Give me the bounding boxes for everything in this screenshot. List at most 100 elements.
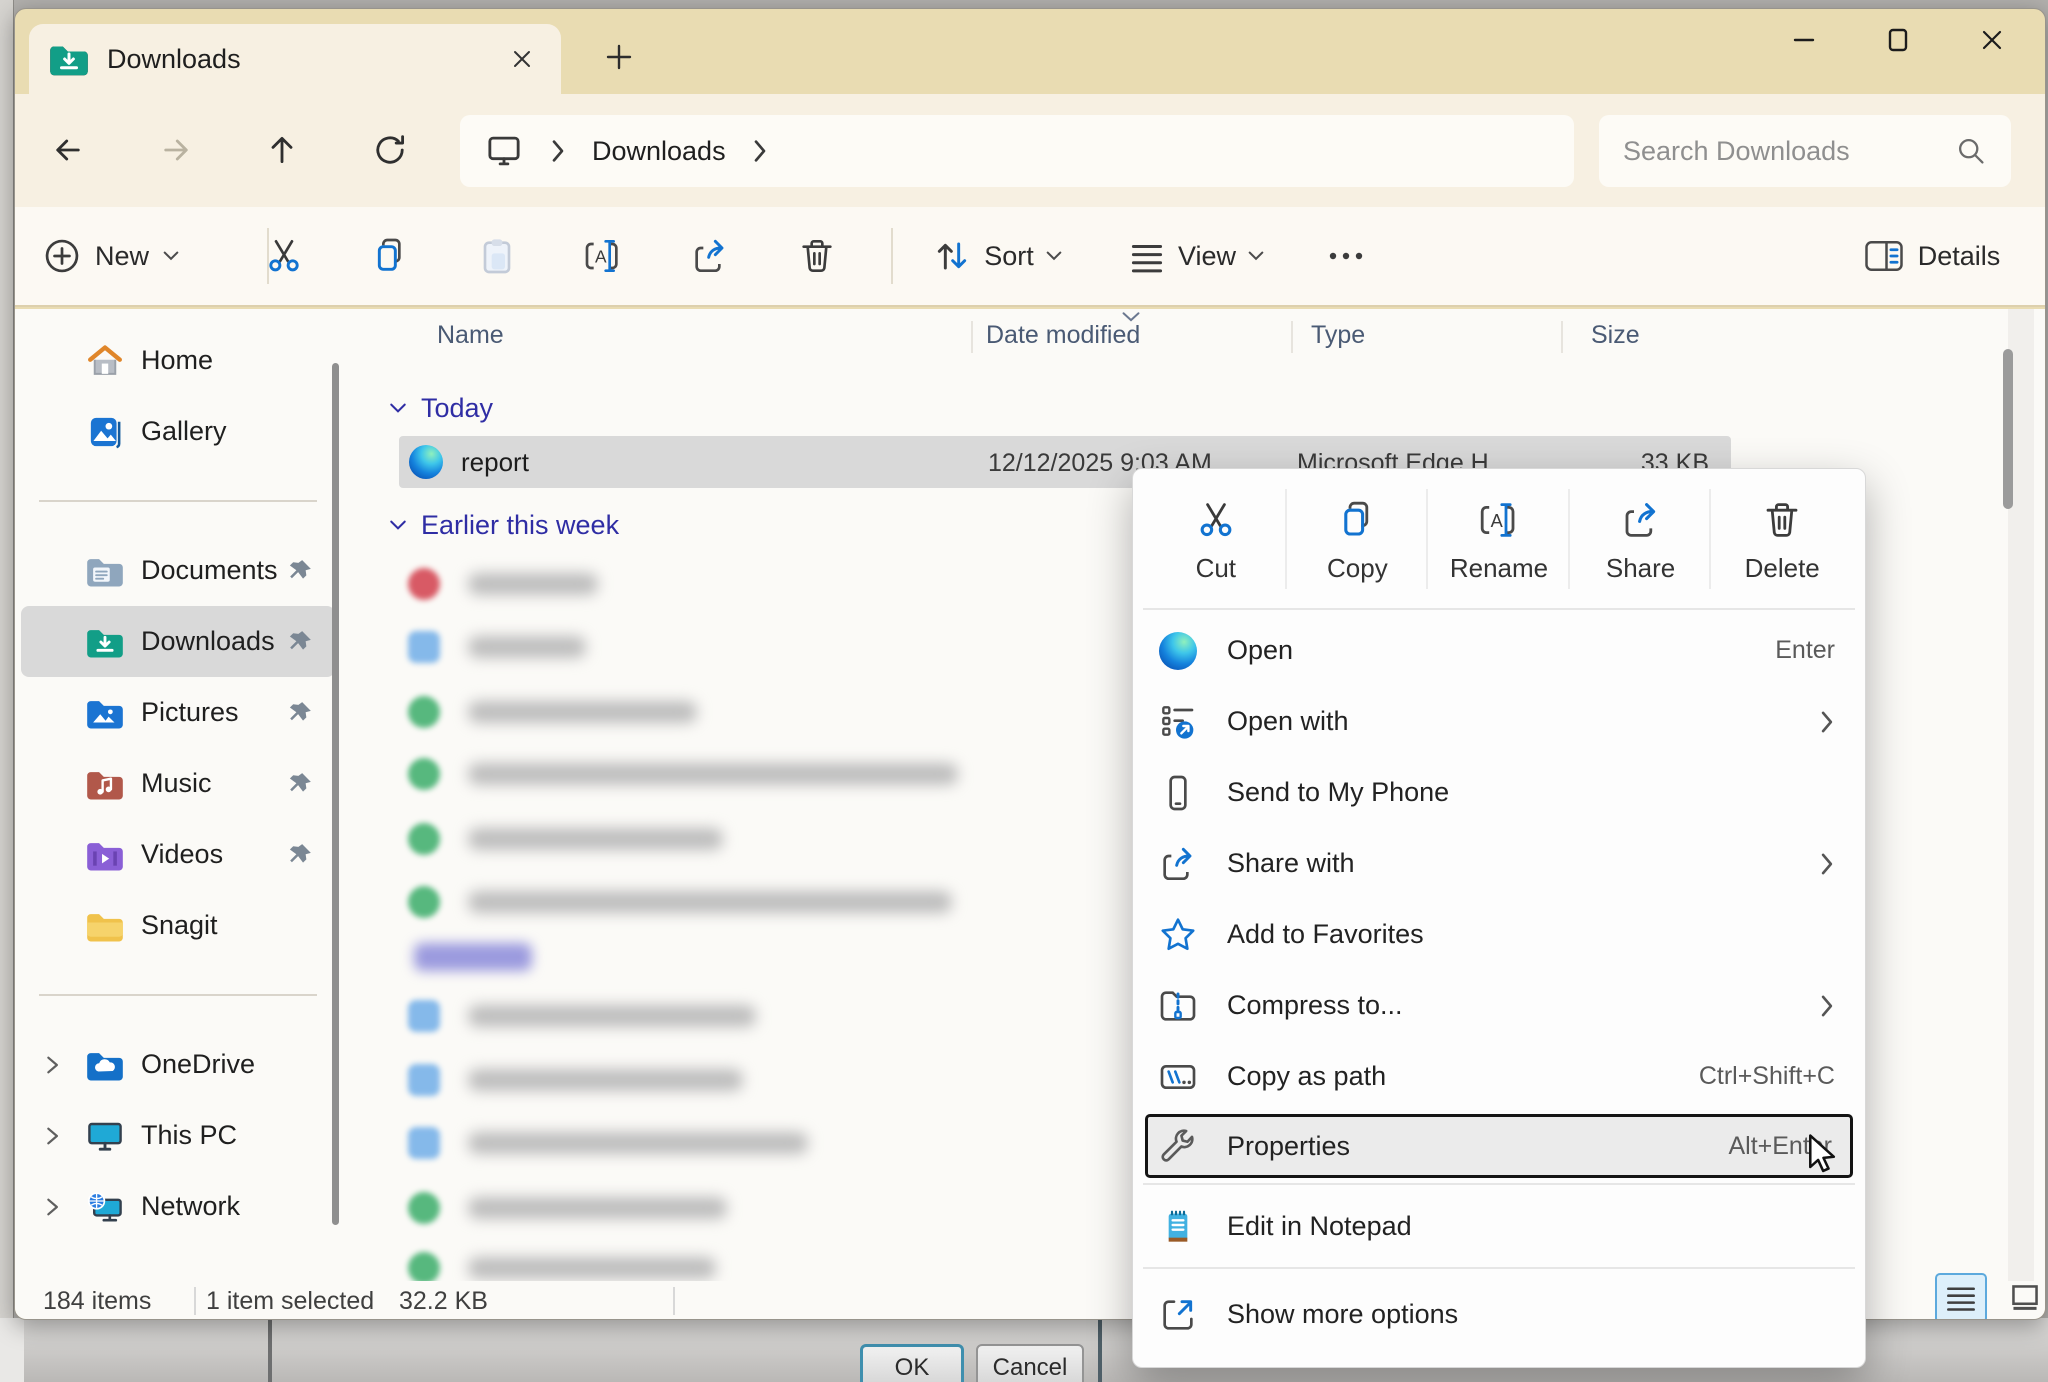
file-row-blurred[interactable] [408,560,598,608]
ok-button[interactable]: OK [860,1344,964,1382]
up-button[interactable] [252,120,312,180]
file-row-blurred[interactable] [408,750,958,798]
copy-quick-button[interactable]: Copy [1287,479,1429,603]
group-header-earlier-this-week[interactable]: Earlier this week [389,505,619,545]
maximize-button[interactable] [1851,9,1945,71]
menu-item-properties[interactable]: Properties Alt+Enter [1145,1114,1853,1178]
column-separator[interactable] [1291,321,1293,353]
sidebar-label: This PC [141,1120,237,1151]
new-button[interactable]: New [43,207,243,305]
view-button[interactable]: View [1101,207,1291,305]
details-view-toggle[interactable] [1935,1273,1987,1320]
column-header-size[interactable]: Size [1591,309,1640,361]
sidebar-item-downloads[interactable]: Downloads [21,606,335,677]
menu-item-send-to-my-phone[interactable]: Send to My Phone [1133,757,1865,828]
column-separator[interactable] [971,321,973,353]
refresh-button[interactable] [360,120,420,180]
green-file-icon [408,1192,440,1224]
more-options-button[interactable] [1311,207,1381,305]
menu-item-copy-as-path[interactable]: Copy as path Ctrl+Shift+C [1133,1041,1865,1112]
tab-close-icon[interactable] [503,40,541,78]
column-header-type[interactable]: Type [1311,309,1365,361]
details-pane-button[interactable]: Details [1837,207,2027,305]
file-row-blurred[interactable] [408,878,952,926]
file-list-scrollbar[interactable] [2008,309,2034,1281]
file-row-blurred[interactable] [408,815,723,863]
menu-item-add-to-favorites[interactable]: Add to Favorites [1133,899,1865,970]
group-header-blurred[interactable] [414,943,532,971]
file-row-blurred[interactable] [408,992,756,1040]
desktop-icon [486,133,522,169]
breadcrumb[interactable]: Downloads [460,115,1574,187]
sidebar-item-network[interactable]: Network [21,1171,335,1242]
back-button[interactable] [38,120,98,180]
sort-label: Sort [984,241,1034,272]
menu-divider [1143,1267,1855,1269]
share-quick-button[interactable]: Share [1570,479,1712,603]
expand-chevron-icon[interactable] [41,1125,63,1147]
cut-quick-button[interactable]: Cut [1145,479,1287,603]
sidebar-item-documents[interactable]: Documents [21,535,335,606]
blue-file-icon [408,1000,440,1032]
delete-button[interactable] [774,207,860,305]
file-row-blurred[interactable] [408,1244,716,1281]
expand-chevron-icon[interactable] [41,1196,63,1218]
collapse-chevron-icon [389,402,407,414]
share-button[interactable] [667,207,753,305]
delete-quick-button[interactable]: Delete [1711,479,1853,603]
menu-item-show-more-options[interactable]: Show more options [1133,1279,1865,1350]
file-row-blurred[interactable] [408,623,586,671]
file-row-blurred[interactable] [408,688,697,736]
sidebar-item-snagit[interactable]: Snagit [21,890,335,961]
rename-quick-button[interactable]: A Rename [1428,479,1570,603]
column-header-date-modified[interactable]: Date modified [986,309,1140,361]
thumbnail-view-toggle[interactable] [1999,1273,2046,1320]
sidebar-item-pictures[interactable]: Pictures [21,677,335,748]
menu-item-edit-in-notepad[interactable]: Edit in Notepad [1133,1191,1865,1262]
scrollbar-thumb[interactable] [2003,349,2013,509]
navigation-bar: Downloads Search Downloads [15,94,2045,207]
accelerator: Ctrl+Shift+C [1699,1062,1835,1091]
sidebar-scrollbar[interactable] [332,363,339,1225]
status-divider [194,1287,196,1315]
menu-item-open[interactable]: Open Enter [1133,615,1865,686]
menu-item-share-with[interactable]: Share with [1133,828,1865,899]
pin-icon [287,700,313,726]
group-header-today[interactable]: Today [389,388,493,428]
sidebar-item-music[interactable]: Music [21,748,335,819]
tab-downloads[interactable]: Downloads [29,24,561,94]
copy-button[interactable] [347,207,433,305]
rename-icon: A [1478,499,1520,541]
file-row-blurred[interactable] [408,1184,727,1232]
search-input[interactable]: Search Downloads [1599,115,2011,187]
cut-icon [1195,499,1237,541]
sort-button[interactable]: Sort [907,207,1087,305]
menu-item-compress-to[interactable]: Compress to... [1133,970,1865,1041]
forward-button[interactable] [146,120,206,180]
cut-button[interactable] [241,207,327,305]
column-header-name[interactable]: Name [437,309,504,361]
sidebar-item-this-pc[interactable]: This PC [21,1100,335,1171]
items-count: 184 items [43,1281,151,1320]
sidebar-item-home[interactable]: Home [21,325,335,396]
minimize-button[interactable] [1757,9,1851,71]
menu-item-open-with[interactable]: Open with [1133,686,1865,757]
sidebar-item-onedrive[interactable]: OneDrive [21,1029,335,1100]
breadcrumb-downloads[interactable]: Downloads [592,136,726,167]
sidebar-item-videos[interactable]: Videos [21,819,335,890]
new-tab-button[interactable] [595,33,643,81]
tab-bar: Downloads [15,9,2045,94]
rename-button[interactable]: A [560,207,646,305]
sidebar-item-gallery[interactable]: Gallery [21,396,335,467]
cancel-button[interactable]: Cancel [976,1344,1084,1382]
network-icon [85,1191,125,1223]
paste-button[interactable] [454,207,540,305]
file-row-blurred[interactable] [408,1056,743,1104]
column-separator[interactable] [1561,321,1563,353]
open-with-icon [1157,702,1199,742]
file-row-blurred[interactable] [408,1119,808,1167]
pin-icon [287,558,313,584]
expand-chevron-icon[interactable] [41,1054,63,1076]
close-button[interactable] [1945,9,2039,71]
green-file-icon [408,758,440,790]
